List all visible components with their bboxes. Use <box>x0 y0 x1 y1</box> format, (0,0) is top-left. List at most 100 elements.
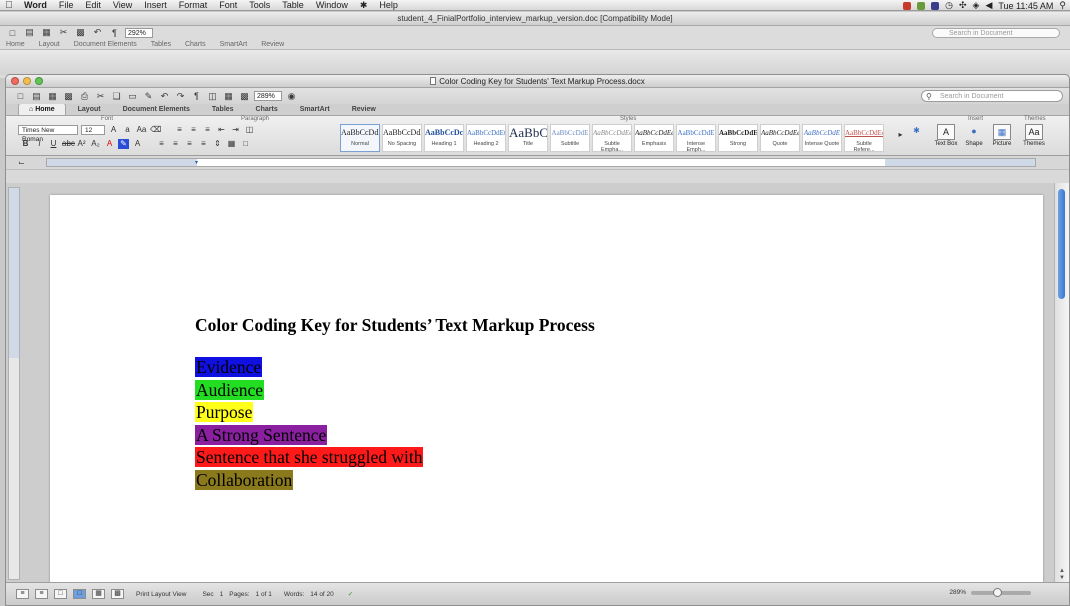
style-intense-quote[interactable]: AaBbCcDdE Intense Quote <box>802 124 842 152</box>
styles-more-arrow-icon[interactable]: ▸ <box>895 130 906 140</box>
key-audience[interactable]: Audience <box>195 379 265 400</box>
underline-icon[interactable]: U <box>48 139 59 149</box>
tab-document-elements[interactable]: Document Elements <box>113 104 200 115</box>
indent-marker-icon[interactable]: ▾ <box>195 159 198 167</box>
full-screen-view-button[interactable]: ▩ <box>111 589 124 599</box>
notebook-view-button[interactable]: ▦ <box>92 589 105 599</box>
minimize-button[interactable] <box>23 77 31 85</box>
bg-cut-icon[interactable]: ✂ <box>57 27 70 39</box>
align-right-icon[interactable]: ≡ <box>184 139 195 149</box>
text-effects-icon[interactable]: A <box>132 139 143 149</box>
subscript-icon[interactable]: A₂ <box>90 139 101 149</box>
line-spacing-icon[interactable]: ⇕ <box>212 139 223 149</box>
help-icon[interactable]: ◉ <box>285 90 298 102</box>
document-heading[interactable]: Color Coding Key for Students’ Text Mark… <box>195 315 595 336</box>
copy-icon[interactable]: ❏ <box>110 90 123 102</box>
shrink-font-icon[interactable]: a <box>122 125 133 135</box>
scroll-arrows-icon[interactable]: ▲ ▼ <box>1057 568 1067 582</box>
italic-icon[interactable]: I <box>34 139 45 149</box>
volume-icon[interactable]: ◀ <box>985 0 992 11</box>
menubar-clock[interactable]: Tue 11:45 AM <box>998 1 1053 11</box>
sidebar-icon[interactable]: ◫ <box>206 90 219 102</box>
key-item[interactable]: Audience <box>195 379 423 402</box>
tab-stop-selector-icon[interactable]: ⌙ <box>16 158 27 168</box>
zoom-slider-knob[interactable] <box>993 587 1002 597</box>
align-left-icon[interactable]: ≡ <box>156 139 167 149</box>
align-center-icon[interactable]: ≡ <box>170 139 181 149</box>
menu-help[interactable]: Help <box>373 0 404 11</box>
open-icon[interactable]: ▦ <box>46 90 59 102</box>
zoom-slider[interactable] <box>971 587 1031 597</box>
background-window-title[interactable]: student_4_FinialPortfolio_interview_mark… <box>0 12 1070 26</box>
bg-new-icon[interactable]: □ <box>6 27 19 39</box>
menu-window[interactable]: Window <box>310 0 354 11</box>
time-machine-icon[interactable]: ◷ <box>945 0 953 11</box>
style-strong[interactable]: AaBbCcDdE Strong <box>718 124 758 152</box>
horizontal-ruler[interactable]: ▾ <box>46 158 1036 167</box>
print-icon[interactable]: ⎙ <box>78 90 91 102</box>
strikethrough-icon[interactable]: abc <box>62 139 75 149</box>
scrollbar-thumb[interactable] <box>1058 189 1065 299</box>
numbering-icon[interactable]: ≡ <box>188 125 199 135</box>
shading-icon[interactable]: ▦ <box>226 139 237 149</box>
tab-tables[interactable]: Tables <box>202 104 244 115</box>
zoom-box[interactable]: 289% <box>254 91 282 101</box>
menu-table[interactable]: Table <box>276 0 310 11</box>
style-normal[interactable]: AaBbCcDdE Normal <box>340 124 380 152</box>
status-shield-icon[interactable] <box>931 1 940 10</box>
wifi-icon[interactable]: ◈ <box>973 0 980 11</box>
insert-picture[interactable]: ▦ Picture <box>988 124 1016 147</box>
style-title[interactable]: AaBbC Title <box>508 124 548 152</box>
clear-formatting-icon[interactable]: ⌫ <box>150 125 161 135</box>
key-purpose[interactable]: Purpose <box>195 402 254 422</box>
search-input[interactable]: ⚲ Search in Document <box>921 90 1063 102</box>
multilevel-list-icon[interactable]: ≡ <box>202 125 213 135</box>
insert-shape[interactable]: ● Shape <box>960 124 988 147</box>
themes-button[interactable]: Aa Themes <box>1020 124 1048 147</box>
bg-tab-tables[interactable]: Tables <box>151 41 171 48</box>
decrease-indent-icon[interactable]: ⇤ <box>216 125 227 135</box>
status-sync-icon[interactable] <box>917 1 926 10</box>
format-painter-icon[interactable]: ✎ <box>142 90 155 102</box>
increase-indent-icon[interactable]: ⇥ <box>230 125 241 135</box>
justify-icon[interactable]: ≡ <box>198 139 209 149</box>
font-size-select[interactable]: 12 <box>81 125 105 135</box>
key-item[interactable]: A Strong Sentence <box>195 424 423 447</box>
style-subtle-reference[interactable]: AaBbCcDdEe Subtle Refere... <box>844 124 884 153</box>
grow-font-icon[interactable]: A <box>108 125 119 135</box>
vertical-ruler[interactable] <box>8 187 20 580</box>
insert-text-box[interactable]: A Text Box <box>932 124 960 147</box>
print-layout-view-button[interactable]: □ <box>73 589 86 599</box>
bg-search-input[interactable]: Search in Document <box>932 28 1060 38</box>
key-item[interactable]: Sentence that she struggled with <box>195 446 424 469</box>
key-item[interactable]: Purpose <box>195 401 423 424</box>
redo-icon[interactable]: ↷ <box>174 90 187 102</box>
spelling-check-icon[interactable]: ✓ <box>348 590 353 598</box>
key-item[interactable]: Collaboration <box>195 469 423 492</box>
bg-save-icon[interactable]: ▦ <box>40 27 53 39</box>
status-app-icon[interactable] <box>903 1 912 10</box>
document-page[interactable]: Color Coding Key for Students’ Text Mark… <box>50 195 1043 584</box>
tab-layout[interactable]: Layout <box>68 104 111 115</box>
apple-menu-icon[interactable]:  <box>0 0 18 11</box>
key-struggled-sentence[interactable]: Sentence that she struggled with <box>195 447 424 467</box>
style-heading-2[interactable]: AaBbCcDdEt Heading 2 <box>466 124 506 152</box>
tab-charts[interactable]: Charts <box>246 104 288 115</box>
font-name-select[interactable]: Times New Roman <box>18 125 78 143</box>
tab-home[interactable]: ⌂ Home <box>18 103 66 115</box>
bg-open-icon[interactable]: ▤ <box>23 27 36 39</box>
new-document-icon[interactable]: □ <box>14 90 27 102</box>
font-color-icon[interactable]: A <box>104 139 115 149</box>
menu-insert[interactable]: Insert <box>138 0 173 11</box>
bg-tab-smartart[interactable]: SmartArt <box>220 41 248 48</box>
save-icon[interactable]: ▩ <box>62 90 75 102</box>
outline-view-button[interactable]: ≡ <box>35 589 48 599</box>
bg-paste-icon[interactable]: ▩ <box>74 27 87 39</box>
bg-pilcrow-icon[interactable]: ¶ <box>108 27 121 39</box>
key-item[interactable]: Evidence <box>195 356 423 379</box>
style-quote[interactable]: AaBbCcDdEe Quote <box>760 124 800 152</box>
key-evidence[interactable]: Evidence <box>195 357 263 377</box>
menu-app[interactable]: Word <box>18 0 53 11</box>
menu-format[interactable]: Format <box>173 0 214 11</box>
borders-icon[interactable]: □ <box>240 139 251 149</box>
